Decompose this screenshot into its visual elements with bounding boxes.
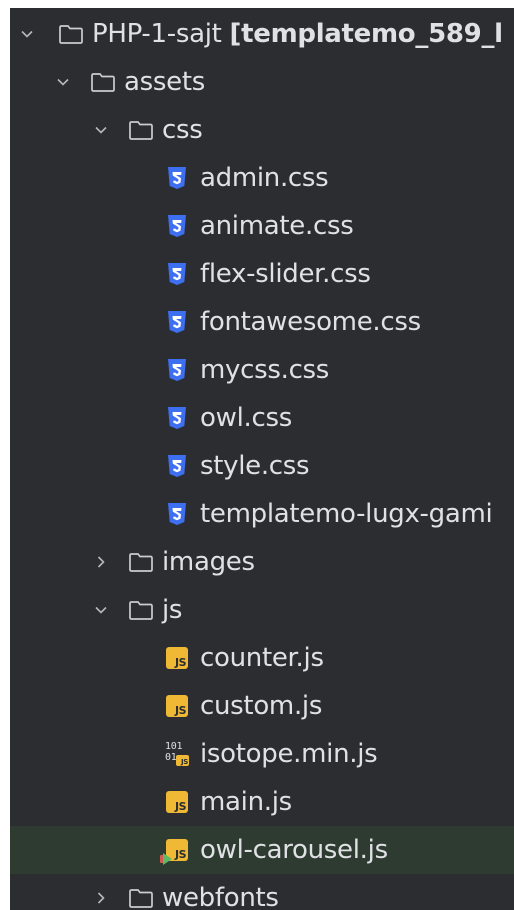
- js-file-icon: JS: [164, 789, 190, 815]
- folder-icon: [56, 21, 86, 47]
- file-label: templatemo-lugx-gami: [200, 499, 493, 529]
- file-label: isotope.min.js: [200, 739, 378, 769]
- tree-file-admin-css[interactable]: admin.css: [10, 154, 514, 202]
- tree-node-css[interactable]: css: [10, 106, 514, 154]
- chevron-right-icon[interactable]: [90, 887, 112, 909]
- tree-file-mycss-css[interactable]: mycss.css: [10, 346, 514, 394]
- minified-js-file-icon: 101 01 JS: [164, 741, 190, 767]
- chevron-right-icon[interactable]: [90, 551, 112, 573]
- js-run-config-file-icon: JS: [160, 837, 190, 865]
- folder-icon: [88, 69, 118, 95]
- project-tree-panel: PHP-1-sajt [templatemo_589_l assets css …: [10, 8, 514, 910]
- file-label: style.css: [200, 451, 310, 481]
- file-label: owl.css: [200, 403, 292, 433]
- js-file-icon: JS: [164, 693, 190, 719]
- css-file-icon: [164, 501, 190, 527]
- tree-file-templatemo-css[interactable]: templatemo-lugx-gami: [10, 490, 514, 538]
- folder-label: assets: [124, 67, 205, 97]
- css-file-icon: [164, 213, 190, 239]
- folder-icon: [126, 549, 156, 575]
- file-label: custom.js: [200, 691, 323, 721]
- chevron-down-icon[interactable]: [90, 599, 112, 621]
- tree-node-webfonts[interactable]: webfonts: [10, 874, 514, 910]
- chevron-down-icon[interactable]: [90, 119, 112, 141]
- css-file-icon: [164, 165, 190, 191]
- folder-label: css: [162, 115, 203, 145]
- js-badge-text: JS: [180, 758, 188, 766]
- project-name: PHP-1-sajt: [92, 19, 222, 49]
- folder-icon: [126, 885, 156, 910]
- js-file-icon: JS: [164, 645, 190, 671]
- chevron-down-icon[interactable]: [16, 23, 38, 45]
- tree-file-owl-carousel-js[interactable]: JS owl-carousel.js: [10, 826, 514, 874]
- js-badge-text: JS: [174, 704, 187, 717]
- js-badge-text: JS: [174, 656, 187, 669]
- folder-label: images: [162, 547, 255, 577]
- tree-file-isotope-min-js[interactable]: 101 01 JS isotope.min.js: [10, 730, 514, 778]
- css-file-icon: [164, 405, 190, 431]
- file-label: counter.js: [200, 643, 324, 673]
- tree-file-custom-js[interactable]: JS custom.js: [10, 682, 514, 730]
- file-label: mycss.css: [200, 355, 330, 385]
- folder-icon: [126, 597, 156, 623]
- tree-file-counter-js[interactable]: JS counter.js: [10, 634, 514, 682]
- chevron-down-icon[interactable]: [52, 71, 74, 93]
- file-label: main.js: [200, 787, 292, 817]
- folder-icon: [126, 117, 156, 143]
- file-label: fontawesome.css: [200, 307, 421, 337]
- play-icon: [163, 853, 172, 865]
- file-label: admin.css: [200, 163, 329, 193]
- tree-file-owl-css[interactable]: owl.css: [10, 394, 514, 442]
- css-file-icon: [164, 261, 190, 287]
- tree-file-main-js[interactable]: JS main.js: [10, 778, 514, 826]
- tree-node-root[interactable]: PHP-1-sajt [templatemo_589_l: [10, 10, 514, 58]
- tree-node-images[interactable]: images: [10, 538, 514, 586]
- tree-file-flex-slider-css[interactable]: flex-slider.css: [10, 250, 514, 298]
- tree-file-style-css[interactable]: style.css: [10, 442, 514, 490]
- css-file-icon: [164, 357, 190, 383]
- tree-file-animate-css[interactable]: animate.css: [10, 202, 514, 250]
- file-label: flex-slider.css: [200, 259, 371, 289]
- folder-label: webfonts: [162, 883, 279, 910]
- file-label: owl-carousel.js: [200, 835, 388, 865]
- css-file-icon: [164, 453, 190, 479]
- js-badge-text: JS: [174, 800, 187, 813]
- tree-node-assets[interactable]: assets: [10, 58, 514, 106]
- tree-node-js[interactable]: js: [10, 586, 514, 634]
- file-label: animate.css: [200, 211, 354, 241]
- css-file-icon: [164, 309, 190, 335]
- folder-label: js: [162, 595, 183, 625]
- project-module-name: [templatemo_589_l: [229, 19, 504, 49]
- tree-file-fontawesome-css[interactable]: fontawesome.css: [10, 298, 514, 346]
- js-badge-text: JS: [174, 848, 187, 861]
